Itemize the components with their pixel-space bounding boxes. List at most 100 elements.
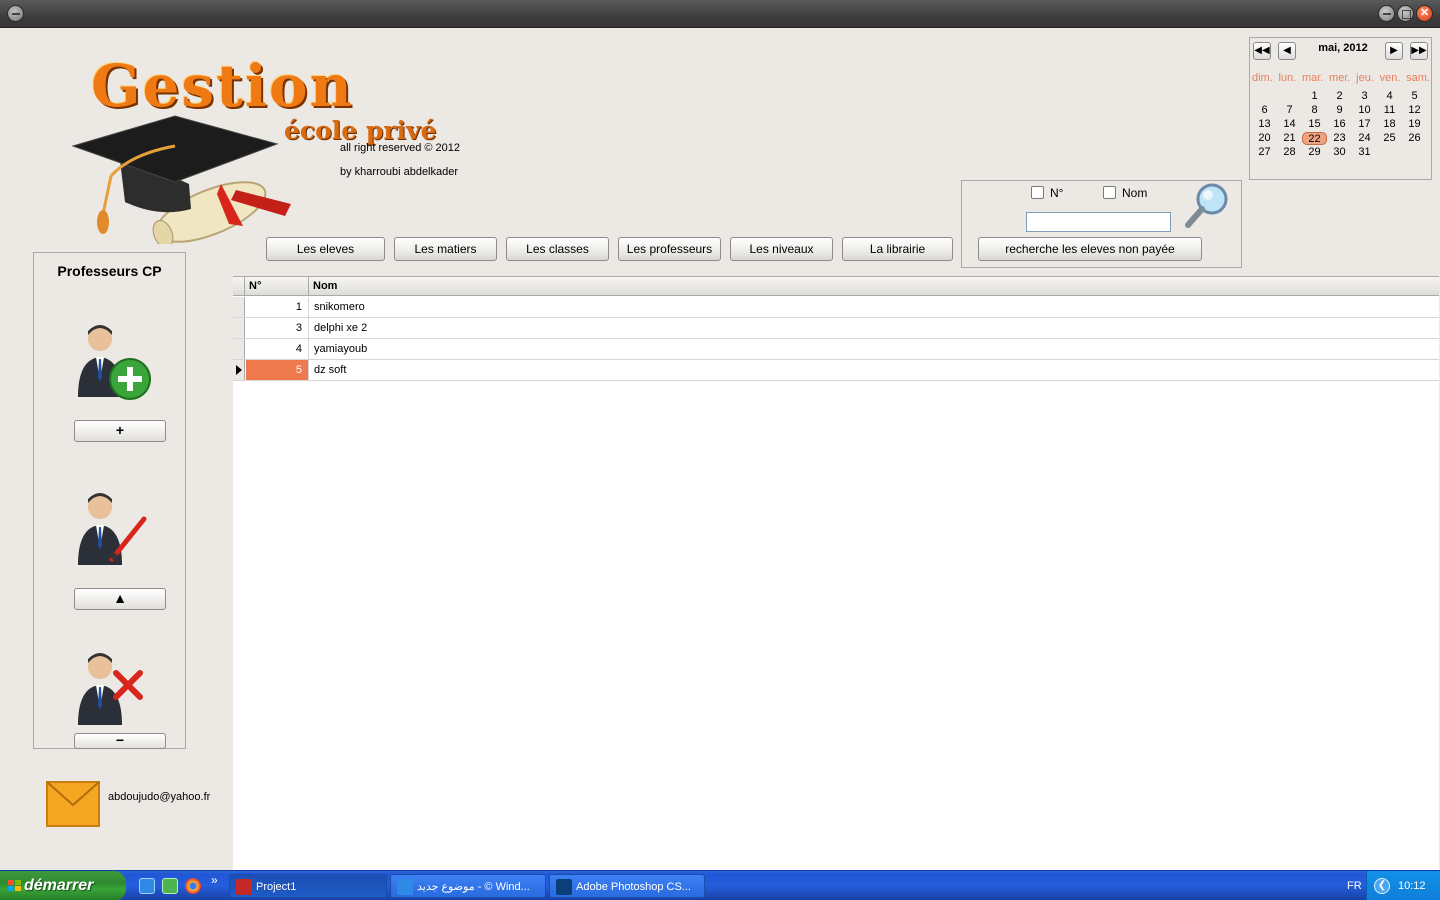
calendar-day[interactable]: 3 [1352,90,1377,103]
show-desktop-icon[interactable] [162,878,178,894]
windows-flag-icon [8,880,21,891]
calendar-day[interactable]: 29 [1302,146,1327,159]
row-indicator[interactable] [233,339,245,359]
task-project1[interactable]: Project1 [229,874,387,898]
weekday-label: mer. [1329,72,1351,84]
app-logo: Gestion école privé [71,46,531,246]
cell-name[interactable]: delphi xe 2 [314,318,367,338]
cell-name[interactable]: yamiayoub [314,339,367,359]
contact-email: abdoujudo@yahoo.fr [108,791,211,803]
calendar-day[interactable]: 18 [1377,118,1402,131]
table-row[interactable]: 5 dz soft [233,360,1439,381]
cell-number[interactable]: 3 [246,318,309,338]
edit-user-icon [78,493,147,565]
calendar-day[interactable]: 7 [1277,104,1302,117]
weekday-label: lun. [1278,72,1297,84]
quicklaunch-overflow[interactable]: » [211,873,218,887]
search-unpaid-students-button[interactable]: recherche les eleves non payée [978,237,1202,261]
month-calendar[interactable]: ◀◀ ◀ mai, 2012 ▶ ▶▶ dim. lun. mar. mer. jeu.… [1249,37,1432,180]
teachers-button[interactable]: Les professeurs [618,237,721,261]
teachers-sidebar: Professeurs CP + ▲ − [33,252,186,749]
logo-title: Gestion [91,52,354,120]
students-button[interactable]: Les eleves [266,237,385,261]
calendar-day[interactable]: 10 [1352,104,1377,117]
calendar-day[interactable]: 17 [1352,118,1377,131]
levels-button[interactable]: Les niveaux [730,237,833,261]
column-header-number[interactable]: N° [245,277,309,296]
language-indicator[interactable]: FR [1347,871,1362,900]
window-titlebar[interactable] [0,0,1440,28]
maximize-button[interactable] [1397,5,1414,22]
calendar-day[interactable]: 8 [1302,104,1327,117]
search-by-name-checkbox[interactable] [1103,186,1116,199]
calendar-day[interactable]: 12 [1402,104,1427,117]
calendar-day[interactable]: 5 [1402,90,1427,103]
magnifier-icon[interactable] [1182,181,1236,233]
calendar-day[interactable]: 30 [1327,146,1352,159]
calendar-day[interactable]: 25 [1377,132,1402,145]
cell-number[interactable]: 1 [246,297,309,317]
task-photoshop[interactable]: Adobe Photoshop CS... [549,874,705,898]
author-text: by kharroubi abdelkader [340,166,459,178]
calendar-day[interactable]: 2 [1327,90,1352,103]
close-button[interactable] [1416,5,1433,22]
subjects-button[interactable]: Les matiers [394,237,497,261]
next-year-button[interactable]: ▶▶ [1410,42,1428,60]
delete-teacher-button[interactable]: − [74,733,166,749]
grid-header: N° Nom [233,277,1439,296]
task-label: Adobe Photoshop CS... [576,881,691,893]
calendar-day[interactable]: 13 [1252,118,1277,131]
calendar-day[interactable]: 20 [1252,132,1277,145]
prev-month-button[interactable]: ◀ [1278,42,1296,60]
add-teacher-button[interactable]: + [74,420,166,442]
prev-year-button[interactable]: ◀◀ [1253,42,1271,60]
clock[interactable]: 10:12 [1398,871,1426,900]
next-month-button[interactable]: ▶ [1385,42,1403,60]
column-header-name[interactable]: Nom [309,277,1439,296]
table-row[interactable]: 3 delphi xe 2 [233,318,1439,339]
students-grid[interactable]: N° Nom 1 snikomero 3 delphi xe 2 4 yamiayoub 5… [233,276,1439,870]
calendar-day[interactable]: 11 [1377,104,1402,117]
search-input[interactable] [1026,212,1171,232]
weekday-label: mar. [1301,72,1324,84]
calendar-day[interactable]: 28 [1277,146,1302,159]
calendar-day[interactable]: 15 [1302,118,1327,131]
internet-explorer-icon[interactable] [139,878,155,894]
task-ie-window[interactable]: موضوع جديد - © Wind... [390,874,546,898]
start-button[interactable]: démarrer [0,871,126,900]
calendar-day[interactable]: 27 [1252,146,1277,159]
calendar-day[interactable]: 6 [1252,104,1277,117]
calendar-day[interactable]: 16 [1327,118,1352,131]
row-indicator[interactable] [233,297,245,317]
delete-user-icon [78,653,143,725]
classes-button[interactable]: Les classes [506,237,609,261]
calendar-day[interactable]: 24 [1352,132,1377,145]
cell-number[interactable]: 5 [246,360,309,380]
row-indicator[interactable] [233,360,245,380]
table-row[interactable]: 4 yamiayoub [233,339,1439,360]
cell-name[interactable]: snikomero [314,297,365,317]
calendar-day[interactable]: 23 [1327,132,1352,145]
calendar-day[interactable]: 22 [1302,132,1327,145]
calendar-day[interactable]: 19 [1402,118,1427,131]
window-menu-button[interactable] [7,5,24,22]
calendar-day[interactable]: 9 [1327,104,1352,117]
weekday-label: sam. [1406,72,1430,84]
chrome-icon[interactable] [185,878,201,894]
calendar-day[interactable]: 14 [1277,118,1302,131]
cell-name[interactable]: dz soft [314,360,346,380]
calendar-day[interactable]: 4 [1377,90,1402,103]
library-button[interactable]: La librairie [842,237,953,261]
calendar-day[interactable]: 31 [1352,146,1377,159]
minimize-button[interactable] [1378,5,1395,22]
calendar-day[interactable]: 26 [1402,132,1427,145]
calendar-days[interactable]: 1 2 3 4 5 6 7 8 9 10 11 12 13 14 15 16 17 18 19 20 21 22 23 24 2… [1252,90,1430,159]
cell-number[interactable]: 4 [246,339,309,359]
calendar-day[interactable]: 21 [1277,132,1302,145]
edit-teacher-button[interactable]: ▲ [74,588,166,610]
search-by-number-checkbox[interactable] [1031,186,1044,199]
calendar-day[interactable]: 1 [1302,90,1327,103]
tray-expand-icon[interactable]: ❮ [1374,878,1390,894]
row-indicator[interactable] [233,318,245,338]
table-row[interactable]: 1 snikomero [233,297,1439,318]
